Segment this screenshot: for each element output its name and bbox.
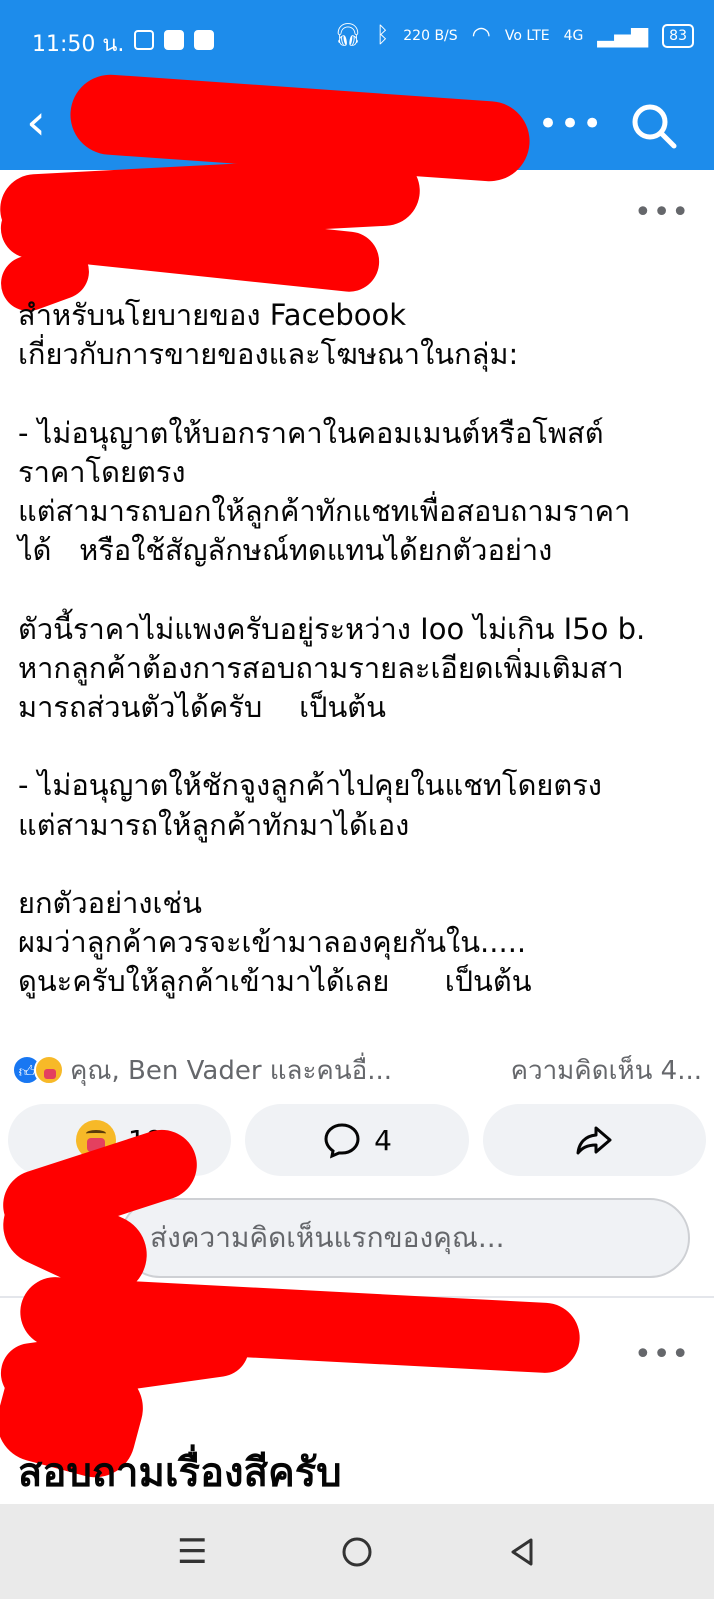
back-triangle-icon[interactable] (497, 1527, 547, 1577)
post2-options-button[interactable]: ••• (634, 1340, 689, 1372)
app-icon (194, 30, 214, 50)
signal-icon: ▂▄▆ (597, 23, 649, 48)
comment-bubble-icon (324, 1123, 360, 1159)
post-body: สำหรับนโยบายของ Facebook เกี่ยวกับการขาย… (18, 298, 646, 999)
volte-label: Vo LTE (504, 28, 550, 44)
search-icon-svg (632, 104, 677, 149)
search-icon[interactable] (626, 98, 682, 154)
home-circle-icon[interactable] (332, 1527, 382, 1577)
youtube-icon (164, 30, 184, 50)
back-arrow-icon[interactable]: ‹ (26, 97, 76, 150)
share-button[interactable] (482, 1104, 706, 1176)
net-speed-unit: B/S (434, 28, 458, 44)
network-label: 4G (563, 28, 584, 44)
recent-apps-icon[interactable]: ☰ (167, 1527, 217, 1577)
home-circle-svg (342, 1537, 372, 1566)
notification-icons (134, 30, 214, 50)
reaction-icons: 👍︎ (12, 1055, 64, 1085)
more-horizontal-icon[interactable]: ••• (538, 104, 602, 144)
status-bar: 11:50 น. 🎧︎ ᛒ 220 B/S ◠ Vo LTE 4G ▂▄▆ 83 (0, 0, 714, 82)
system-nav-bar: ☰ (0, 1504, 714, 1599)
net-speed-value: 220 (403, 28, 430, 44)
headphones-icon: 🎧︎ (334, 23, 363, 48)
bluetooth-icon: ᛒ (376, 23, 390, 48)
post-options-button[interactable]: ••• (634, 198, 689, 230)
wifi-icon: ◠ (471, 23, 491, 48)
system-icons: 🎧︎ ᛒ 220 B/S ◠ Vo LTE 4G ▂▄▆ 83 (334, 24, 694, 48)
status-time: 11:50 น. (32, 32, 125, 57)
back-triangle-svg (511, 1538, 533, 1565)
notification-icon (134, 30, 154, 50)
comment-input[interactable]: ส่งความคิดเห็นแรกของคุณ... (120, 1198, 690, 1278)
reactions-summary[interactable]: 👍︎ คุณ, Ben Vader และคนอื่... ความคิดเห็… (12, 1050, 702, 1090)
comment-count: 4 (374, 1123, 392, 1157)
battery-icon: 83 (662, 24, 694, 48)
share-arrow-icon (576, 1126, 612, 1155)
comments-summary[interactable]: ความคิดเห็น 4... (511, 1050, 702, 1091)
net-speed: 220 B/S (403, 28, 457, 44)
care-reaction-icon (34, 1055, 64, 1085)
post2-title: สอบถามเรื่องสีครับ (18, 1450, 342, 1496)
comment-button[interactable]: 4 (245, 1104, 469, 1176)
reaction-names[interactable]: คุณ, Ben Vader และคนอื่... (70, 1050, 392, 1091)
